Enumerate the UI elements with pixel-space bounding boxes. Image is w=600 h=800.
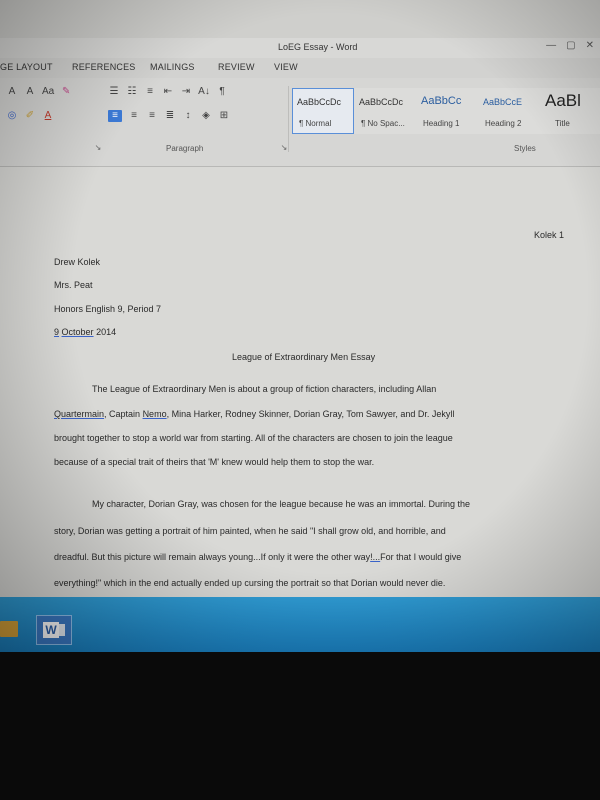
change-case-button[interactable]: Aa <box>42 86 54 98</box>
paragraph-line: story, Dorian was getting a portrait of … <box>54 526 446 536</box>
paragraph-row-1: ☰ ☷ ≡ ⇤ ⇥ A↓ ¶ <box>108 86 228 98</box>
teacher-line: Mrs. Peat <box>54 280 93 290</box>
paragraph-group-label: Paragraph <box>166 144 204 153</box>
paragraph-line: Quartermain, Captain Nemo, Mina Harker, … <box>54 409 454 419</box>
author-line: Drew Kolek <box>54 257 101 267</box>
styles-gallery: AaBbCcDc ¶ Normal AaBbCcDc ¶ No Spac... … <box>292 88 600 134</box>
line-spacing-icon[interactable]: ↕ <box>182 110 194 122</box>
date-month: October <box>61 327 94 337</box>
document-page[interactable]: Kolek 1 Drew Kolek Mrs. Peat Honors Engl… <box>0 167 600 597</box>
style-sample: AaBbCcDc <box>297 97 342 107</box>
minimize-icon[interactable]: — <box>546 40 556 51</box>
tab-page-layout[interactable]: GE LAYOUT <box>0 62 53 72</box>
spelling-flag: !... <box>370 552 381 562</box>
style-no-spacing[interactable]: AaBbCcDc ¶ No Spac... <box>354 88 416 134</box>
tab-view[interactable]: VIEW <box>274 62 298 72</box>
font-row-2: ◎ ✐ A <box>6 110 54 122</box>
font-row-1: A A Aa ✎ <box>6 86 72 98</box>
date-line: 9 October 2014 <box>54 327 116 337</box>
clear-formatting-icon[interactable]: ✎ <box>60 86 72 98</box>
show-marks-button[interactable]: ¶ <box>216 86 228 98</box>
align-right-icon[interactable]: ≡ <box>146 110 158 122</box>
style-name: ¶ Normal <box>299 119 332 128</box>
word-icon: W <box>43 622 59 638</box>
ribbon-divider <box>288 86 289 152</box>
title-bar: LoEG Essay - Word — ▢ ✕ <box>0 38 600 58</box>
window-controls: — ▢ ✕ <box>546 40 594 51</box>
align-center-icon[interactable]: ≡ <box>128 110 140 122</box>
tab-mailings[interactable]: MAILINGS <box>150 62 195 72</box>
highlight-icon[interactable]: ✐ <box>24 110 36 122</box>
align-left-icon[interactable]: ≡ <box>108 110 122 122</box>
paragraph-line: everything!" which in the end actually e… <box>54 578 446 588</box>
text-effects-icon[interactable]: ◎ <box>6 110 18 122</box>
paragraph-line: dreadful. But this picture will remain a… <box>54 552 461 562</box>
tab-review[interactable]: REVIEW <box>218 62 255 72</box>
page-header: Kolek 1 <box>534 230 565 240</box>
text-run: dreadful. But this picture will remain a… <box>54 552 371 562</box>
paragraph-row-2: ≡ ≡ ≡ ≣ ↕ ◈ ⊞ <box>108 110 230 122</box>
spelling-flag: Quartermain <box>54 409 105 419</box>
shrink-font-button[interactable]: A <box>24 86 36 98</box>
close-icon[interactable]: ✕ <box>586 40 594 51</box>
numbering-icon[interactable]: ☷ <box>126 86 138 98</box>
paragraph-line: The League of Extraordinary Men is about… <box>92 384 437 394</box>
style-name: Heading 1 <box>423 119 460 128</box>
multilevel-list-icon[interactable]: ≡ <box>144 86 156 98</box>
style-name: ¶ No Spac... <box>361 119 405 128</box>
style-sample: AaBbCcDc <box>359 97 404 107</box>
borders-icon[interactable]: ⊞ <box>218 110 230 122</box>
text-run: For that I would give <box>380 552 462 562</box>
text-run: , Captain <box>104 409 143 419</box>
paragraph-line: brought together to stop a world war fro… <box>54 433 453 443</box>
style-heading-2[interactable]: AaBbCcE Heading 2 <box>478 88 540 134</box>
ribbon: A A Aa ✎ ◎ ✐ A ☰ ☷ ≡ ⇤ ⇥ A↓ ¶ ≡ ≡ ≡ ≣ ↕ … <box>0 78 600 167</box>
bullets-icon[interactable]: ☰ <box>108 86 120 98</box>
font-color-button[interactable]: A <box>42 110 54 122</box>
increase-indent-icon[interactable]: ⇥ <box>180 86 192 98</box>
essay-title: League of Extraordinary Men Essay <box>232 352 376 362</box>
grow-font-button[interactable]: A <box>6 86 18 98</box>
style-sample: AaBbCc <box>421 95 462 107</box>
style-sample: AaBbCcE <box>483 97 523 107</box>
sort-button[interactable]: A↓ <box>198 86 210 98</box>
maximize-icon[interactable]: ▢ <box>566 40 575 51</box>
date-day: 9 <box>54 327 60 337</box>
ribbon-tabs: GE LAYOUT REFERENCES MAILINGS REVIEW VIE… <box>0 58 600 78</box>
taskbar: W <box>0 597 600 652</box>
word-taskbar-button[interactable]: W <box>36 615 72 645</box>
style-heading-1[interactable]: AaBbCc Heading 1 <box>416 88 478 134</box>
course-line: Honors English 9, Period 7 <box>54 304 162 314</box>
style-normal[interactable]: AaBbCcDc ¶ Normal <box>292 88 354 134</box>
style-name: Title <box>555 119 570 128</box>
file-explorer-icon[interactable] <box>0 621 18 637</box>
style-sample: AaBl <box>545 91 581 110</box>
monitor-screen: LoEG Essay - Word — ▢ ✕ GE LAYOUT REFERE… <box>0 0 600 652</box>
decrease-indent-icon[interactable]: ⇤ <box>162 86 174 98</box>
paragraph-line: because of a special trait of theirs tha… <box>54 457 375 467</box>
style-name: Heading 2 <box>485 119 522 128</box>
style-title[interactable]: AaBl Title <box>540 88 600 134</box>
spelling-flag: Nemo <box>142 409 167 419</box>
paragraph-line: My character, Dorian Gray, was chosen fo… <box>92 499 471 509</box>
font-dialog-launcher-icon[interactable]: ↘ <box>92 142 104 154</box>
tab-references[interactable]: REFERENCES <box>72 62 136 72</box>
date-year: 2014 <box>96 327 117 337</box>
window-title: LoEG Essay - Word <box>278 42 358 52</box>
text-run: , Mina Harker, Rodney Skinner, Dorian Gr… <box>166 409 455 419</box>
justify-icon[interactable]: ≣ <box>164 110 176 122</box>
shading-icon[interactable]: ◈ <box>200 110 212 122</box>
styles-group-label: Styles <box>514 144 536 153</box>
